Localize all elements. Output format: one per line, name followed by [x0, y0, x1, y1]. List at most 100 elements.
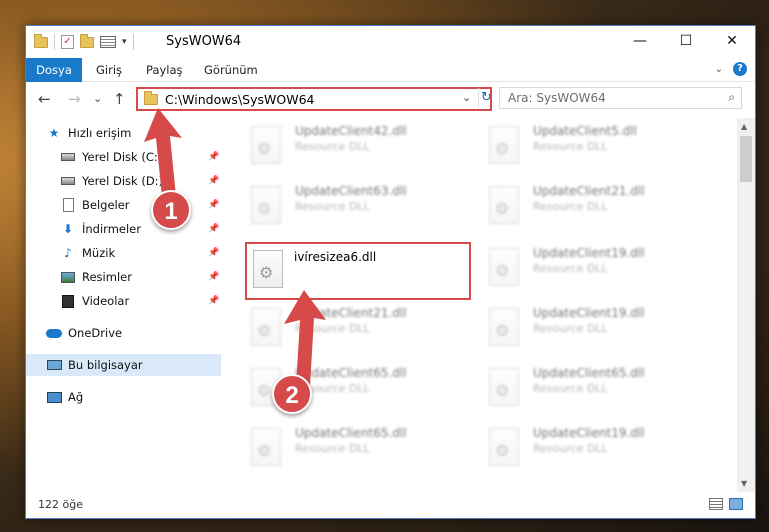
sidebar-item-videos[interactable]: Videolar 📌	[26, 290, 221, 312]
file-description: Resource DLL	[295, 442, 370, 455]
file-name: UpdateClient19.dll	[533, 426, 645, 440]
dll-file-icon	[489, 368, 519, 406]
file-tile-highlighted[interactable]: ivíresizea6.dll	[245, 242, 471, 300]
maximize-button[interactable]: ☐	[663, 26, 709, 56]
address-path[interactable]: C:\Windows\SysWOW64	[165, 92, 314, 107]
close-button[interactable]: ✕	[709, 26, 755, 56]
expand-ribbon-chevron-icon[interactable]: ⌄	[715, 64, 723, 75]
pin-icon[interactable]: 📌	[208, 176, 219, 186]
tab-file[interactable]: Dosya	[26, 58, 82, 82]
pin-icon[interactable]: 📌	[208, 152, 219, 162]
forward-button[interactable]: →	[68, 90, 81, 108]
document-icon	[60, 198, 76, 212]
file-name: UpdateClient65.dll	[295, 426, 407, 440]
scroll-down-arrow-icon[interactable]: ▼	[741, 479, 747, 488]
large-icons-view-icon[interactable]	[729, 498, 743, 510]
file-description: Resource DLL	[533, 382, 608, 395]
sidebar-item-downloads[interactable]: ⬇ İndirmeler 📌	[26, 218, 221, 240]
sidebar-item-network[interactable]: Ağ	[26, 386, 221, 408]
file-name: ivíresizea6.dll	[294, 250, 377, 264]
tab-home[interactable]: Giriş	[96, 58, 122, 82]
window-controls: — ☐ ✕	[617, 26, 755, 56]
file-description: Resource DLL	[533, 262, 608, 275]
video-icon	[60, 294, 76, 308]
file-tile[interactable]: UpdateClient19.dll Resource DLL	[481, 302, 711, 354]
file-tile[interactable]: UpdateClient63.dll Resource DLL	[243, 180, 473, 232]
address-dropdown-icon[interactable]: ⌄	[462, 91, 471, 104]
sidebar-item-music[interactable]: ♪ Müzik 📌	[26, 242, 221, 264]
properties-icon[interactable]	[100, 36, 116, 48]
search-input[interactable]	[508, 90, 718, 106]
sidebar-item-label: Resimler	[82, 270, 132, 284]
sidebar-item-onedrive[interactable]: OneDrive	[26, 322, 221, 344]
explorer-window: ✓ ▾ SysWOW64 — ☐ ✕ Dosya Giriş Paylaş Gö…	[25, 25, 756, 519]
dll-file-icon	[489, 186, 519, 224]
customize-toolbar-caret-icon[interactable]: ▾	[122, 37, 127, 47]
sidebar-item-this-pc[interactable]: Bu bilgisayar	[26, 354, 221, 376]
ribbon-tabs: Dosya Giriş Paylaş Görünüm ⌄ ?	[26, 58, 755, 82]
sidebar-item-label: Belgeler	[82, 198, 130, 212]
sidebar-item-label: Bu bilgisayar	[68, 358, 143, 372]
file-tile[interactable]: UpdateClient65.dll Resource DLL	[481, 362, 711, 414]
file-tile[interactable]: UpdateClient21.dll Resource DLL	[243, 302, 473, 354]
ribbon-right: ⌄ ?	[715, 62, 747, 76]
folder-icon	[34, 33, 48, 48]
file-description: Resource DLL	[533, 200, 608, 213]
sidebar-item-label: Müzik	[82, 246, 116, 260]
separator	[132, 34, 134, 50]
pin-icon[interactable]: 📌	[208, 296, 219, 306]
file-description: Resource DLL	[533, 322, 608, 335]
pin-icon[interactable]: 📌	[208, 224, 219, 234]
file-tile[interactable]: UpdateClient42.dll Resource DLL	[243, 120, 473, 172]
dll-file-icon	[251, 126, 281, 164]
file-name: UpdateClient42.dll	[295, 124, 407, 138]
details-view-icon[interactable]	[709, 498, 723, 510]
refresh-icon[interactable]: ↻	[478, 88, 494, 108]
music-icon: ♪	[64, 246, 72, 260]
tab-view[interactable]: Görünüm	[204, 58, 258, 82]
help-icon[interactable]: ?	[733, 62, 747, 76]
annotation-badge-1: 1	[151, 190, 191, 230]
file-name: UpdateClient19.dll	[533, 246, 645, 260]
back-button[interactable]: ←	[38, 90, 51, 108]
file-tile[interactable]: UpdateClient5.dll Resource DLL	[481, 120, 711, 172]
scrollbar-thumb[interactable]	[740, 136, 752, 182]
search-icon[interactable]: ⌕	[728, 90, 735, 105]
dll-file-icon	[253, 250, 283, 288]
file-description: Resource DLL	[533, 140, 608, 153]
scroll-up-arrow-icon[interactable]: ▲	[741, 122, 747, 131]
file-name: UpdateClient63.dll	[295, 184, 407, 198]
tab-share[interactable]: Paylaş	[146, 58, 183, 82]
pin-icon[interactable]: 📌	[208, 248, 219, 258]
file-tile[interactable]: UpdateClient19.dll Resource DLL	[481, 422, 711, 474]
up-button[interactable]: ↑	[113, 90, 126, 108]
computer-icon	[46, 358, 62, 372]
annotation-badge-2: 2	[272, 374, 312, 414]
dll-file-icon	[251, 308, 281, 346]
disk-icon	[60, 174, 76, 188]
file-tile[interactable]: UpdateClient19.dll Resource DLL	[481, 242, 711, 294]
pin-icon[interactable]: 📌	[208, 272, 219, 282]
network-icon	[46, 390, 62, 404]
download-icon: ⬇	[62, 222, 74, 236]
file-name: UpdateClient5.dll	[533, 124, 637, 138]
window-title: SysWOW64	[166, 34, 242, 49]
sidebar-item-pictures[interactable]: Resimler 📌	[26, 266, 221, 288]
file-description: Resource DLL	[295, 140, 370, 153]
item-count: 122 öğe	[38, 498, 83, 511]
search-box[interactable]: ⌕	[499, 87, 742, 109]
title-bar: ✓ ▾ SysWOW64 — ☐ ✕	[26, 26, 755, 58]
dll-file-icon	[251, 186, 281, 224]
file-tile[interactable]: UpdateClient65.dll Resource DLL	[243, 422, 473, 474]
file-tile[interactable]: UpdateClient21.dll Resource DLL	[481, 180, 711, 232]
recent-locations-button[interactable]: ⌄	[93, 92, 102, 105]
dll-file-icon	[489, 308, 519, 346]
pin-icon[interactable]: 📌	[208, 200, 219, 210]
quick-access-toolbar: ✓ ▾	[34, 33, 134, 50]
minimize-button[interactable]: —	[617, 26, 663, 56]
sidebar-item-label: Ağ	[68, 390, 84, 404]
vertical-scrollbar[interactable]: ▲ ▼	[737, 118, 755, 492]
new-folder-icon[interactable]	[80, 33, 94, 48]
properties-check-icon[interactable]: ✓	[61, 35, 74, 49]
dll-file-icon	[489, 428, 519, 466]
